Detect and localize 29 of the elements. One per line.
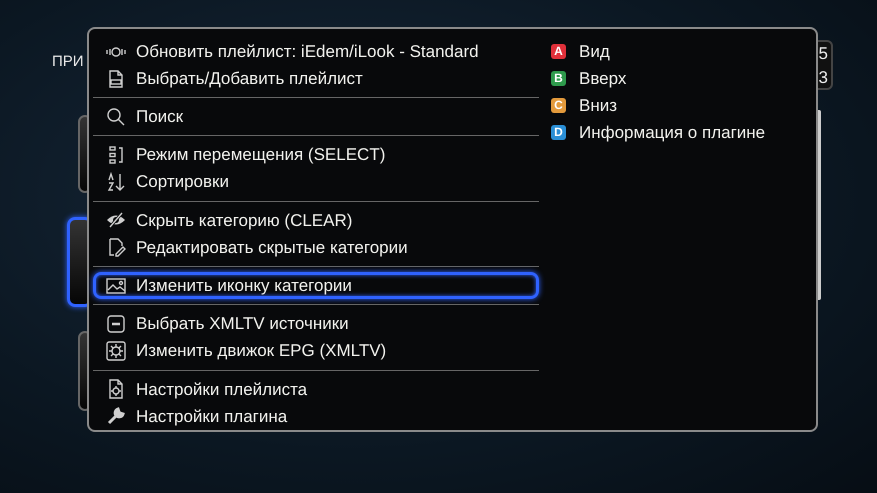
- counter-text: 5: [818, 43, 828, 65]
- menu-item[interactable]: Изменить движок EPG (XMLTV): [93, 338, 539, 365]
- menu-item[interactable]: Выбрать XMLTV источники: [93, 310, 539, 338]
- sort-icon: [106, 172, 126, 192]
- menu-item-text: Вверх: [579, 68, 626, 90]
- hidden-eye-icon: [106, 210, 126, 230]
- menu-item[interactable]: Поиск: [93, 103, 539, 130]
- image-icon: [106, 276, 126, 296]
- menu-item[interactable]: Редактировать скрытые категории: [93, 234, 539, 261]
- menu-item[interactable]: Сортировки: [93, 168, 539, 196]
- menu-item[interactable]: Обновить плейлист: iEdem/iLook - Standard: [93, 38, 539, 65]
- menu-item-text: Информация о плагине: [579, 122, 766, 144]
- key-badge: C: [551, 98, 566, 113]
- menu-item-text: Вниз: [579, 94, 618, 117]
- menu-item[interactable]: Скрыть категорию (CLEAR): [93, 206, 539, 234]
- gear-icon: [106, 341, 126, 362]
- menu-item[interactable]: Режим перемещения (SELECT): [93, 142, 539, 169]
- menu-item[interactable]: Изменить иконку категории: [93, 272, 539, 300]
- counter-text: 3: [818, 67, 828, 89]
- menu-item[interactable]: Выбрать/Добавить плейлист: [93, 65, 539, 92]
- key-badge: B: [551, 71, 566, 86]
- wrench-icon: [106, 406, 126, 426]
- menu-item[interactable]: Настройки плагина: [93, 402, 539, 430]
- key-badge: D: [551, 125, 566, 140]
- menu-item[interactable]: Настройки плейлиста: [93, 376, 539, 403]
- search-icon: [106, 106, 126, 127]
- heading-text: ПРИ: [52, 52, 84, 72]
- key-badge: A: [551, 44, 566, 59]
- menu-item-text: Вид: [579, 40, 610, 63]
